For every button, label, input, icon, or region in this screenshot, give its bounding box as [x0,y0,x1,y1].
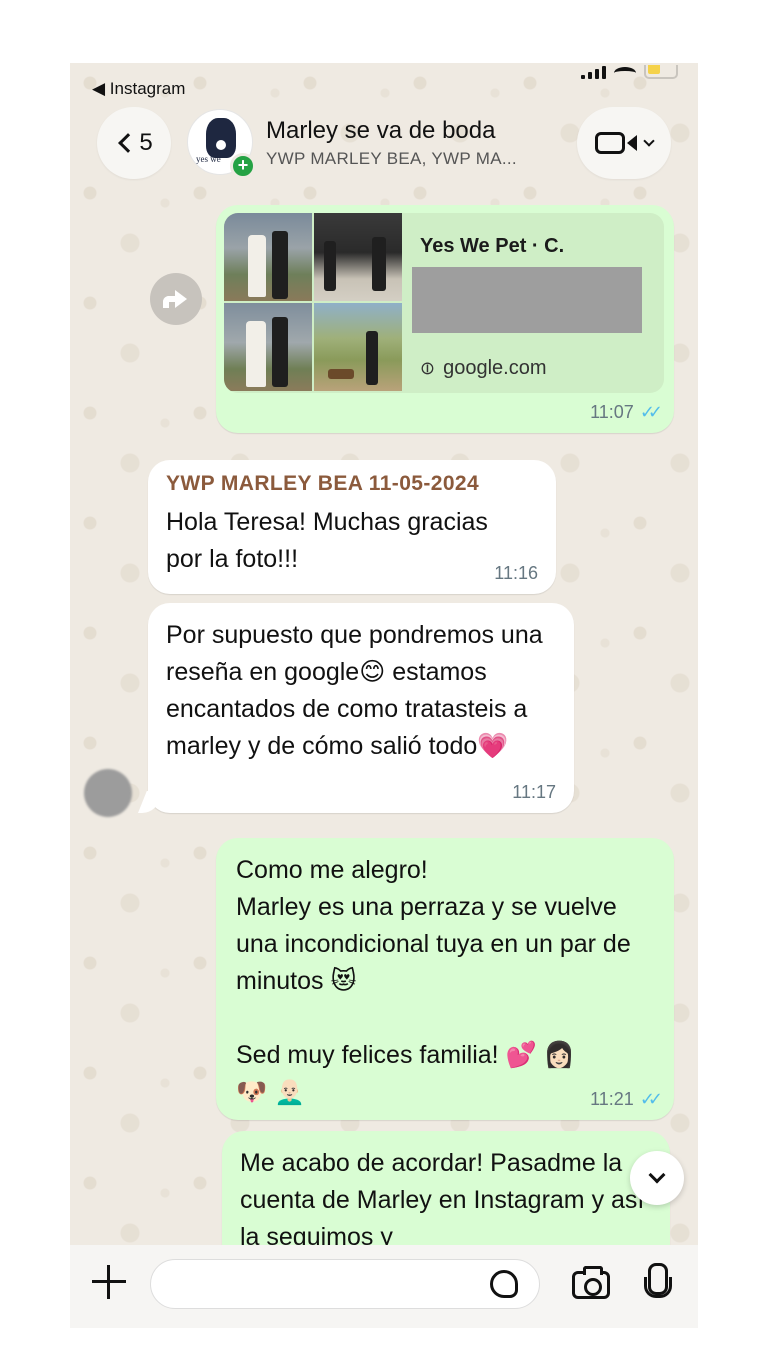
time-text: 11:21 [590,1089,634,1109]
sender-avatar[interactable] [84,769,132,817]
chevron-down-icon [643,135,655,147]
outgoing-message[interactable]: Como me alegro! Marley es una perraza y … [216,838,674,1120]
message-text: Hola Teresa! Muchas gracias por la foto!… [166,508,488,573]
link-preview-card[interactable]: Yes We Pet · C. ⊘ google.com [224,213,664,393]
microphone-icon[interactable] [644,1263,672,1307]
back-button[interactable]: 5 [97,107,171,179]
preview-photo-wedding-2 [224,303,312,391]
message-timestamp: 11:07 ✓✓ [590,402,663,423]
video-call-button[interactable] [577,107,671,179]
status-bar: ◀ Instagram [70,63,698,107]
add-participant-icon[interactable]: + [230,153,256,179]
preview-photo-park [314,303,402,391]
link-preview-title: Yes We Pet · C. [420,235,565,257]
message-text: Como me alegro! Marley es una perraza y … [236,856,631,1106]
sender-name[interactable]: YWP MARLEY BEA 11-05-2024 [166,470,538,498]
time-text: 11:07 [590,402,634,422]
message-timestamp: 11:21 ✓✓ [590,1089,663,1110]
video-camera-lens-icon [627,135,637,151]
message-timestamp: 11:17 [512,782,556,803]
message-text: Por supuesto que pondremos una reseña en… [166,621,543,760]
redacted-description [412,267,642,333]
link-preview-domain[interactable]: ⊘ google.com [415,356,547,381]
chat-screen: ◀ Instagram 5 yes we + Marley se va de b… [70,63,698,1328]
chat-header: 5 yes we + Marley se va de boda YWP MARL… [70,105,698,185]
read-receipt-icon: ✓✓ [639,1089,663,1109]
message-text: Me acabo de acordar! Pasadme la cuenta d… [240,1149,645,1251]
chevron-left-icon [118,133,139,153]
preview-photo-wedding-1 [224,213,312,301]
time-text: 11:16 [494,563,538,583]
sticker-icon[interactable] [490,1270,518,1298]
incoming-message[interactable]: Por supuesto que pondremos una reseña en… [148,603,574,813]
message-timestamp: 11:16 [494,563,538,584]
link-domain-text: google.com [443,357,547,379]
avatar-logo-text: yes we [196,154,221,164]
wifi-icon [614,67,636,79]
time-text: 11:17 [512,782,556,802]
status-icons [581,63,678,79]
chat-participants[interactable]: YWP MARLEY BEA, YWP MA... [266,149,517,169]
forward-button[interactable] [150,273,202,325]
link-icon: ⊘ [414,355,440,381]
preview-photo-dogs-walk [314,213,402,301]
incoming-message[interactable]: YWP MARLEY BEA 11-05-2024 Hola Teresa! M… [148,460,556,594]
forward-icon [163,290,187,308]
video-camera-icon [595,132,625,154]
back-to-instagram-link[interactable]: ◀ Instagram [92,79,185,99]
unread-count: 5 [139,129,153,156]
camera-icon[interactable] [572,1266,610,1299]
battery-icon [644,65,678,79]
signal-icon [581,66,606,79]
chat-title[interactable]: Marley se va de boda [266,117,495,145]
chevron-down-icon [648,1166,666,1184]
dog-logo-icon [206,118,236,158]
attach-plus-button[interactable] [92,1265,126,1299]
message-input[interactable] [150,1259,540,1309]
scroll-to-bottom-button[interactable] [630,1151,684,1205]
outgoing-link-message[interactable]: Yes We Pet · C. ⊘ google.com 11:07 ✓✓ [216,205,674,433]
message-composer [70,1245,698,1328]
read-receipt-icon: ✓✓ [639,402,663,422]
